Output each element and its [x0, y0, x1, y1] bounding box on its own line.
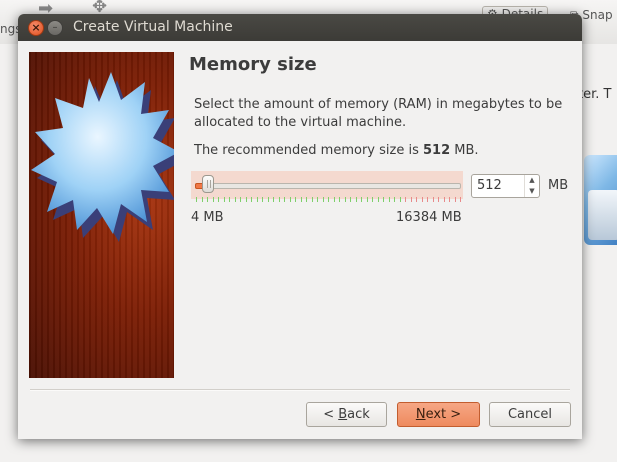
page-title: Memory size — [189, 54, 317, 75]
slider-tick — [262, 197, 263, 202]
memory-description: Select the amount of memory (RAM) in meg… — [194, 97, 563, 130]
slider-tick — [234, 197, 236, 202]
create-vm-dialog: × – Create Virtual Machine Memory size S… — [18, 14, 582, 439]
dialog-title: Create Virtual Machine — [73, 19, 233, 35]
virtualbox-logo-shade — [588, 190, 617, 240]
slider-tick — [212, 197, 214, 202]
slider-handle[interactable] — [202, 175, 215, 193]
slider-tick — [333, 197, 335, 202]
slider-tick — [284, 197, 285, 202]
slider-min-label: 4 MB — [191, 210, 224, 225]
spin-up-icon[interactable]: ▲ — [525, 175, 539, 186]
slider-tick — [311, 197, 313, 202]
slider-tick — [366, 197, 368, 202]
slider-tick — [267, 197, 269, 202]
memory-unit-label: MB — [548, 178, 569, 193]
slider-tick — [432, 197, 434, 202]
starburst-icon — [31, 72, 174, 242]
slider-tick — [416, 197, 417, 202]
slider-tick — [273, 197, 274, 202]
slider-tick — [377, 197, 379, 202]
wizard-banner-image — [29, 52, 174, 378]
cancel-button[interactable]: Cancel — [489, 402, 571, 427]
slider-tick — [344, 197, 346, 202]
next-button-label: Next > — [415, 407, 462, 422]
recommended-value: 512 — [422, 143, 451, 158]
slider-max-label: 16384 MB — [396, 210, 462, 225]
slider-tick — [372, 197, 373, 202]
slider-tick — [421, 197, 423, 202]
slider-tick — [328, 197, 329, 202]
snapshots-label: Snap — [582, 8, 613, 22]
slider-tick — [201, 197, 203, 202]
slider-tick — [443, 197, 445, 202]
slider-tick — [289, 197, 291, 202]
slider-tick — [207, 197, 208, 202]
memory-input[interactable] — [477, 178, 517, 193]
slider-tick — [339, 197, 340, 202]
slider-tick — [256, 197, 258, 202]
slider-tick — [196, 197, 197, 202]
slider-tick — [454, 197, 456, 202]
slider-tick — [361, 197, 362, 202]
recommend-prefix: The recommended memory size is — [194, 143, 423, 158]
slider-track[interactable] — [195, 183, 461, 189]
slider-tick — [449, 197, 450, 202]
slider-tick — [317, 197, 318, 202]
spin-buttons: ▲ ▼ — [524, 175, 539, 197]
slider-tick — [388, 197, 390, 202]
slider-tick — [355, 197, 357, 202]
main-window-content — [583, 44, 617, 462]
slider-tick — [218, 197, 219, 202]
memory-slider[interactable] — [191, 171, 463, 199]
back-button-label: < Back — [323, 407, 370, 422]
close-icon[interactable]: × — [28, 20, 44, 36]
slider-tick — [306, 197, 307, 202]
slider-tick — [223, 197, 225, 202]
slider-tick — [322, 197, 324, 202]
slider-tick — [350, 197, 351, 202]
slider-tick — [405, 197, 406, 202]
slider-ticks — [196, 197, 461, 202]
back-button[interactable]: < Back — [306, 402, 387, 427]
slider-tick — [240, 197, 241, 202]
slider-tick — [251, 197, 252, 202]
recommend-suffix: MB. — [450, 143, 479, 158]
slider-tick — [399, 197, 401, 202]
slider-tick — [438, 197, 439, 202]
slider-tick — [300, 197, 302, 202]
slider-tick — [229, 197, 230, 202]
recommended-memory-text: The recommended memory size is 512 MB. — [194, 143, 479, 158]
dialog-titlebar[interactable]: × – Create Virtual Machine — [18, 14, 582, 41]
spin-down-icon[interactable]: ▼ — [525, 186, 539, 197]
slider-tick — [245, 197, 247, 202]
slider-tick — [383, 197, 384, 202]
main-window-welcome-text: ter. T — [578, 87, 612, 102]
slider-tick — [295, 197, 296, 202]
button-separator — [30, 389, 570, 391]
slider-tick — [427, 197, 428, 202]
slider-tick — [278, 197, 280, 202]
minimize-icon[interactable]: – — [47, 20, 63, 36]
slider-tick — [410, 197, 412, 202]
slider-tick — [460, 197, 461, 202]
slider-tick — [394, 197, 395, 202]
next-button[interactable]: Next > — [397, 402, 480, 427]
memory-spinbox[interactable]: ▲ ▼ — [471, 174, 540, 198]
